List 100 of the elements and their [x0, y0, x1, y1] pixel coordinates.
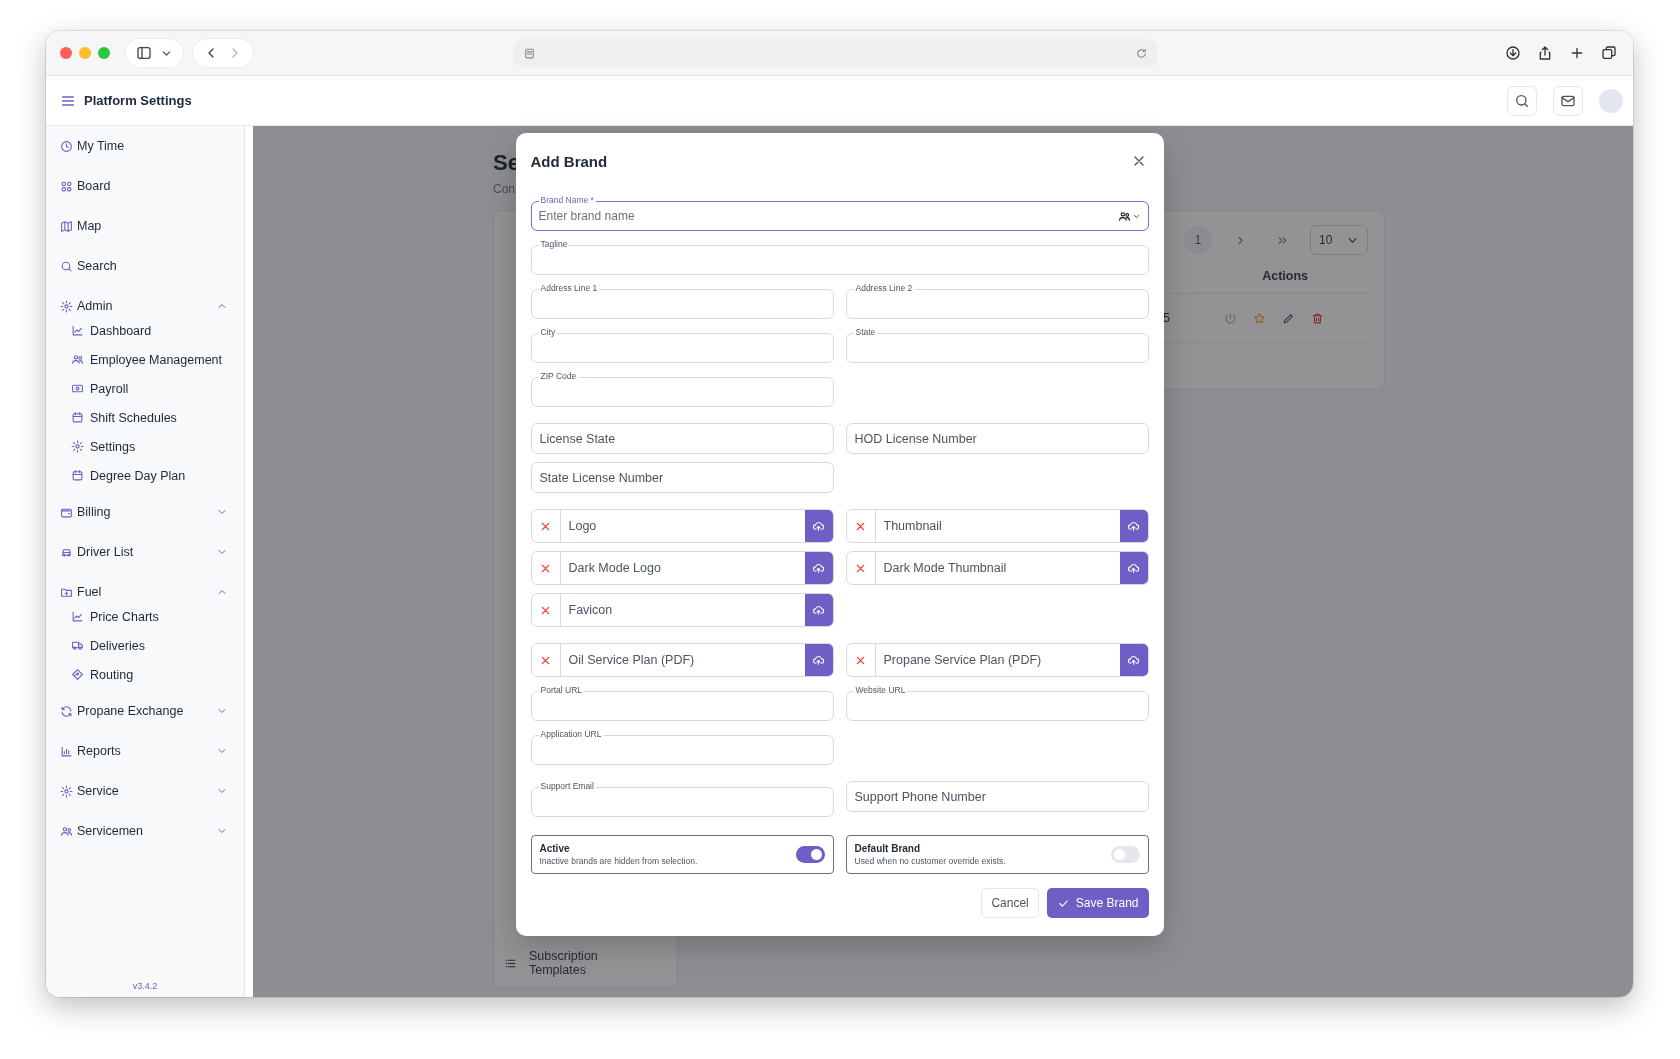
sidebar-item[interactable]: Servicemen [46, 811, 244, 851]
close-window-button[interactable] [60, 47, 72, 59]
cloud-upload-icon [1127, 653, 1140, 667]
table-cell: 5 [1163, 311, 1170, 325]
sidebar-item[interactable]: Reports [46, 731, 244, 771]
truck-icon [71, 639, 84, 652]
text-input[interactable]: Enter brand name [530, 202, 1118, 230]
setting-title: Default Brand [854, 843, 922, 854]
page-title: Platform Settings [84, 93, 192, 108]
page-subtitle: Con [493, 182, 516, 196]
text-field[interactable]: Portal URL [530, 685, 834, 721]
toggle-switch[interactable] [1110, 846, 1140, 863]
refresh-icon [60, 704, 73, 718]
page-size-select[interactable]: 10 [1310, 225, 1368, 255]
avatar[interactable] [1599, 88, 1623, 113]
users-icon [60, 824, 73, 838]
sidebar-toggle-button[interactable] [126, 39, 183, 67]
line-chart-icon [71, 324, 84, 337]
upload-button[interactable] [804, 644, 833, 676]
text-field[interactable]: Tagline [530, 239, 1149, 275]
upload-button[interactable] [804, 552, 833, 584]
trash-icon [1311, 311, 1324, 325]
users-icon [71, 353, 84, 366]
column-header: Actions [1262, 269, 1308, 283]
file-upload-field[interactable]: Oil Service Plan (PDF) [530, 643, 834, 677]
sidebar-item[interactable]: My Time [46, 126, 244, 166]
address-bar[interactable] [513, 39, 1158, 67]
text-field[interactable]: Address Line 1 [530, 283, 834, 319]
sidebar-item[interactable]: Service [46, 771, 244, 811]
file-upload-field[interactable]: Thumbnail [845, 509, 1149, 543]
users-icon [1117, 209, 1131, 223]
minimize-window-button[interactable] [79, 47, 91, 59]
share-icon [1537, 45, 1553, 61]
version-label: v3.4.2 [132, 981, 158, 991]
sidebar-item[interactable]: Driver List [46, 532, 244, 572]
setting-title: Active [539, 843, 571, 854]
mail-button[interactable] [1553, 85, 1583, 116]
sidebar-subitem[interactable]: Payroll [46, 374, 244, 403]
cloud-upload-icon [812, 519, 825, 533]
text-field[interactable]: License State [530, 423, 834, 454]
text-field[interactable]: Support Email [530, 781, 834, 817]
setting-description: Inactive brands are hidden from selection. [539, 856, 698, 866]
text-field[interactable]: Support Phone Number [845, 781, 1149, 812]
grid-icon [60, 179, 73, 193]
gear-icon [60, 784, 73, 798]
route-icon [71, 668, 84, 681]
sidebar-subitem[interactable]: Degree Day Plan [46, 461, 244, 490]
text-field[interactable]: ZIP Code [530, 371, 834, 407]
upload-button[interactable] [804, 594, 833, 626]
sidebar-item[interactable]: Billing [46, 492, 244, 532]
text-field[interactable]: Address Line 2 [845, 283, 1149, 319]
file-upload-field[interactable]: Logo [530, 509, 834, 543]
file-upload-field[interactable]: Dark Mode Logo [530, 551, 834, 585]
banknote-icon [71, 382, 84, 395]
text-field[interactable]: HOD License Number [845, 423, 1149, 454]
line-chart-icon [71, 610, 84, 623]
sidebar-subitem[interactable]: Shift Schedules [46, 403, 244, 432]
file-upload-field[interactable]: Dark Mode Thumbnail [845, 551, 1149, 585]
cancel-button[interactable]: Cancel [981, 888, 1039, 918]
sidebar-toggle-icon [136, 45, 152, 61]
cloud-upload-icon [812, 603, 825, 617]
sidebar-subitem[interactable]: Routing [46, 660, 244, 689]
sidebar-item[interactable]: Propane Exchange [46, 691, 244, 731]
sidebar-subitem[interactable]: Settings [46, 432, 244, 461]
calendar-icon [71, 411, 84, 424]
sidebar-item[interactable]: Search [46, 246, 244, 286]
cloud-upload-icon [1127, 561, 1140, 575]
sidebar-item[interactable]: Board [46, 166, 244, 206]
navigation-buttons[interactable] [193, 39, 253, 67]
text-field[interactable]: State [845, 327, 1149, 363]
text-field[interactable]: Website URL [845, 685, 1149, 721]
zoom-window-button[interactable] [98, 47, 110, 59]
bar-chart-icon [60, 744, 73, 758]
reload-icon [1135, 46, 1148, 60]
sidebar-subitem[interactable]: Employee Management [46, 345, 244, 374]
upload-button[interactable] [1119, 552, 1148, 584]
calendar-icon [71, 469, 84, 482]
file-upload-field[interactable]: Propane Service Plan (PDF) [845, 643, 1149, 677]
settings-nav-item[interactable]: Subscription Templates [504, 949, 634, 977]
text-field[interactable]: Brand Name * Enter brand name [530, 195, 1149, 231]
sidebar-item[interactable]: Map [46, 206, 244, 246]
power-icon [1224, 311, 1237, 325]
search-icon [60, 259, 73, 273]
upload-button[interactable] [804, 510, 833, 542]
save-button[interactable]: Save Brand [1046, 888, 1149, 918]
toggle-switch[interactable] [795, 846, 825, 863]
gear-icon [60, 299, 73, 313]
gear-icon [71, 440, 84, 453]
text-field[interactable]: City [530, 327, 834, 363]
search-button[interactable] [1507, 85, 1537, 116]
plus-icon [1569, 45, 1585, 61]
upload-button[interactable] [1119, 644, 1148, 676]
file-upload-field[interactable]: Favicon [530, 593, 834, 627]
text-field[interactable]: State License Number [530, 462, 834, 493]
sidebar-subitem[interactable]: Deliveries [46, 631, 244, 660]
dialog-title: Add Brand [530, 152, 608, 170]
download-icon [1505, 45, 1521, 61]
upload-button[interactable] [1119, 510, 1148, 542]
cloud-upload-icon [1127, 519, 1140, 533]
text-field[interactable]: Application URL [530, 729, 834, 765]
